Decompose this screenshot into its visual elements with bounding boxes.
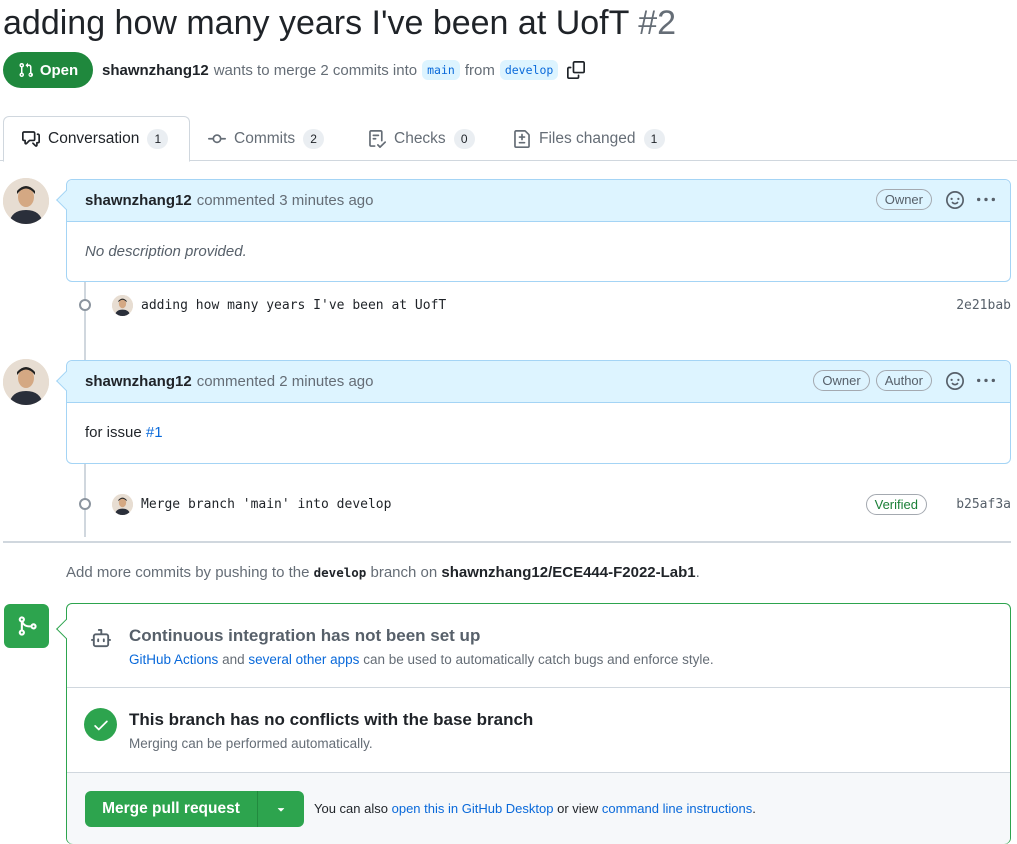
avatar[interactable] [3, 359, 49, 405]
avatar[interactable] [3, 178, 49, 224]
open-github-desktop-link[interactable]: open this in GitHub Desktop [392, 801, 554, 816]
pr-state-label: Open [39, 61, 79, 79]
git-merge-icon-box [4, 604, 49, 648]
tab-checks[interactable]: Checks 0 [353, 116, 490, 161]
alt-suffix: . [752, 801, 756, 816]
tab-checks-count: 0 [453, 128, 475, 149]
avatar-image [3, 359, 49, 405]
comment-timestamp[interactable]: commented 2 minutes ago [197, 373, 374, 390]
commit-sha[interactable]: b25af3a [956, 497, 1011, 512]
avatar-image [3, 178, 49, 224]
comment-body: for issue #1 [67, 403, 1010, 461]
commit-row: adding how many years I've been at UofT … [76, 293, 1011, 317]
alt-prefix: You can also [314, 801, 388, 816]
verified-badge[interactable]: Verified [865, 493, 927, 515]
pr-title: adding how many years I've been at UofT … [3, 2, 676, 44]
conflicts-section: This branch has no conflicts with the ba… [67, 688, 1010, 772]
merge-box: Continuous integration has not been set … [56, 603, 1011, 844]
merge-footer: Merge pull request You can also open thi… [67, 772, 1010, 844]
timeline-divider [3, 541, 1011, 543]
tab-conversation-count: 1 [147, 129, 169, 149]
push-hint-middle: branch on [370, 564, 438, 581]
smiley-icon[interactable] [946, 190, 964, 209]
base-branch[interactable]: main [422, 60, 460, 80]
author-label: Author [875, 370, 932, 391]
comment-timestamp[interactable]: commented 3 minutes ago [197, 192, 374, 209]
git-commit-icon [79, 498, 91, 510]
merge-button-group: Merge pull request [85, 791, 304, 827]
comment-author[interactable]: shawnzhang12 [85, 192, 192, 209]
issue-link[interactable]: #1 [146, 424, 163, 441]
merge-alternatives: You can also open this in GitHub Desktop… [314, 801, 756, 816]
pr-state-badge: Open [3, 52, 93, 88]
tab-files-changed-label: Files changed [539, 129, 636, 147]
comment-card: shawnzhang12 commented 2 minutes ago Own… [56, 360, 1011, 464]
ci-and: and [222, 652, 245, 667]
comment-body-text: No description provided. [85, 242, 247, 260]
conflicts-title: This branch has no conflicts with the ba… [129, 710, 534, 729]
pr-author-link[interactable]: shawnzhang12 [102, 62, 209, 79]
kebab-horizontal-icon[interactable] [976, 372, 996, 390]
pr-from-text: from [464, 61, 495, 79]
merge-method-dropdown[interactable] [257, 791, 304, 827]
comment-card: shawnzhang12 commented 3 minutes ago Own… [56, 179, 1011, 282]
tab-commits-count: 2 [303, 128, 325, 149]
copy-icon[interactable] [567, 61, 586, 79]
commit-avatar[interactable] [112, 493, 133, 515]
tab-checks-label: Checks [394, 129, 446, 147]
comment-header: shawnzhang12 commented 3 minutes ago Own… [56, 180, 1010, 222]
pr-number: #2 [638, 4, 677, 42]
git-pull-request-icon [19, 62, 33, 78]
check-circle-icon [84, 708, 117, 741]
push-hint-prefix: Add more commits by pushing to the [66, 564, 310, 581]
checklist-icon [369, 129, 386, 148]
push-hint-branch: develop [313, 565, 367, 580]
commit-message[interactable]: Merge branch 'main' into develop [141, 497, 391, 512]
tab-commits-label: Commits [234, 129, 296, 147]
ci-title: Continuous integration has not been set … [129, 626, 481, 645]
comment-body-text: for issue [85, 423, 142, 441]
ci-subtitle: GitHub Actions and several other apps ca… [129, 652, 714, 667]
commit-row: Merge branch 'main' into develop Verifie… [76, 492, 1011, 516]
tab-commits[interactable]: Commits 2 [193, 116, 339, 161]
dependabot-icon [91, 629, 111, 648]
commit-avatar[interactable] [112, 294, 133, 316]
commit-message[interactable]: adding how many years I've been at UofT [141, 298, 446, 313]
owner-label: Owner [813, 370, 870, 391]
pr-merge-text: wants to merge 2 commits into [213, 61, 418, 79]
push-hint: Add more commits by pushing to the devel… [66, 564, 700, 581]
push-hint-repo: shawnzhang12/ECE444-F2022-Lab1 [441, 564, 696, 581]
other-apps-link[interactable]: several other apps [248, 652, 359, 667]
conflicts-subtitle: Merging can be performed automatically. [129, 736, 373, 751]
tab-files-changed[interactable]: Files changed 1 [498, 116, 680, 161]
owner-label: Owner [875, 189, 932, 210]
triangle-down-icon [277, 808, 285, 812]
git-merge-icon [18, 616, 37, 636]
github-actions-link[interactable]: GitHub Actions [129, 652, 218, 667]
file-diff-icon [514, 129, 530, 148]
tab-conversation[interactable]: Conversation 1 [3, 116, 190, 162]
comment-discussion-icon [22, 131, 40, 147]
pr-meta: shawnzhang12 wants to merge 2 commits in… [102, 58, 586, 82]
commit-sha[interactable]: 2e21bab [956, 298, 1011, 313]
comment-author[interactable]: shawnzhang12 [85, 373, 192, 390]
ci-section: Continuous integration has not been set … [67, 604, 1010, 688]
ci-rest: can be used to automatically catch bugs … [363, 652, 714, 667]
git-commit-icon [208, 133, 226, 143]
merge-pull-request-button[interactable]: Merge pull request [85, 791, 257, 827]
smiley-icon[interactable] [946, 371, 964, 390]
command-line-instructions-link[interactable]: command line instructions [602, 801, 752, 816]
push-hint-suffix: . [695, 564, 700, 581]
git-commit-icon [79, 299, 91, 311]
tab-conversation-label: Conversation [48, 130, 140, 147]
comment-body: No description provided. [67, 222, 1010, 280]
alt-middle: or view [557, 801, 599, 816]
head-branch[interactable]: develop [499, 60, 559, 80]
kebab-horizontal-icon[interactable] [976, 191, 996, 209]
comment-header: shawnzhang12 commented 2 minutes ago Own… [56, 361, 1010, 403]
tab-files-changed-count: 1 [643, 128, 665, 149]
pr-title-text: adding how many years I've been at UofT [3, 4, 629, 42]
pr-tabs: Conversation 1 Commits 2 Checks 0 Files … [0, 116, 1017, 162]
